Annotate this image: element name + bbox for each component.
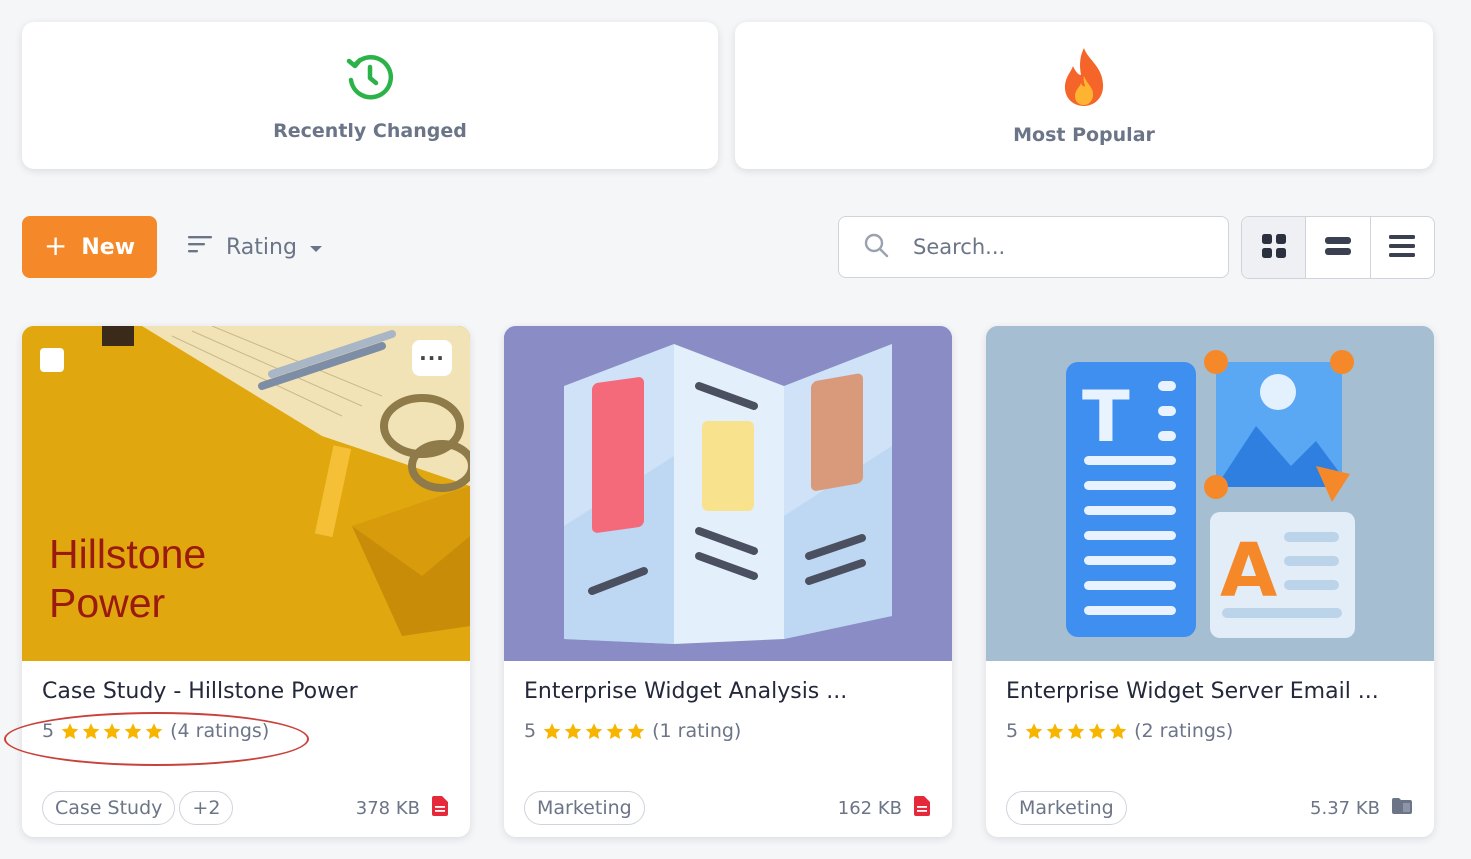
star-icon (103, 722, 121, 739)
asset-thumbnail (504, 326, 952, 661)
asset-card[interactable]: Hillstone Power ··· Case Study - Hillsto… (22, 326, 470, 837)
star-rating (60, 722, 164, 741)
tag-chip[interactable]: Case Study (42, 791, 176, 825)
rating-count: (1 rating) (652, 720, 742, 742)
rating-row: 5 (4 ratings) (42, 720, 450, 742)
asset-card[interactable]: T A Enterprise Widget Server Email ... 5… (986, 326, 1434, 837)
more-options-button[interactable]: ··· (412, 340, 452, 376)
folder-icon (1392, 797, 1412, 819)
asset-title[interactable]: Enterprise Widget Analysis ... (524, 679, 929, 704)
most-popular-label: Most Popular (1013, 123, 1155, 146)
rating-value: 5 (524, 720, 537, 742)
recently-changed-label: Recently Changed (273, 119, 467, 142)
star-icon (61, 722, 79, 739)
card-footer: Marketing 5.37 KB (1006, 789, 1412, 827)
card-view-button[interactable] (1306, 217, 1371, 278)
pdf-file-icon (432, 795, 448, 821)
sort-dropdown[interactable]: Rating (186, 230, 323, 264)
file-size: 378 KB (355, 795, 448, 821)
rating-count: (4 ratings) (170, 720, 270, 742)
ellipsis-icon: ··· (419, 346, 445, 370)
sort-lines-icon (186, 234, 214, 260)
thumbnail-title-text: Hillstone Power (49, 530, 206, 628)
plus-icon: + (43, 228, 68, 262)
asset-thumbnail: T A (986, 326, 1434, 661)
svg-text:A: A (1220, 528, 1277, 614)
most-popular-card[interactable]: Most Popular (735, 22, 1433, 169)
select-checkbox[interactable] (40, 348, 64, 372)
star-icon (1088, 722, 1106, 739)
file-size: 5.37 KB (1310, 797, 1412, 819)
search-input[interactable] (913, 235, 1193, 259)
view-toggle (1241, 216, 1435, 279)
grid-icon (1261, 233, 1287, 263)
star-icon (543, 722, 561, 739)
star-icon (145, 722, 163, 739)
sort-label: Rating (226, 234, 297, 260)
star-icon (564, 722, 582, 739)
file-size: 162 KB (837, 795, 930, 821)
list-icon (1388, 234, 1416, 262)
card-footer: Case Study +2 378 KB (42, 789, 448, 827)
new-button-label: New (81, 234, 136, 260)
star-icon (1025, 722, 1043, 739)
recently-changed-card[interactable]: Recently Changed (22, 22, 718, 169)
thumbnail-title-line-1: Hillstone (49, 531, 207, 577)
star-icon (1046, 722, 1064, 739)
rating-row: 5 (2 ratings) (1006, 720, 1414, 742)
more-tags-chip[interactable]: +2 (179, 791, 234, 825)
star-rating (542, 722, 646, 741)
rating-row: 5 (1 rating) (524, 720, 932, 742)
star-icon (1109, 722, 1127, 739)
file-size-value: 5.37 KB (1310, 797, 1380, 819)
pdf-file-icon (914, 795, 930, 821)
card-footer: Marketing 162 KB (524, 789, 930, 827)
search-box[interactable] (838, 216, 1229, 278)
svg-text:T: T (1082, 376, 1130, 458)
clock-refresh-icon (343, 50, 397, 108)
asset-title[interactable]: Enterprise Widget Server Email ... (1006, 679, 1411, 704)
star-icon (1067, 722, 1085, 739)
rows-icon (1324, 235, 1352, 261)
tag-chip[interactable]: Marketing (524, 791, 645, 825)
asset-thumbnail: Hillstone Power ··· (22, 326, 470, 661)
file-size-value: 378 KB (355, 797, 420, 819)
fire-icon (1057, 46, 1111, 112)
asset-card[interactable]: Enterprise Widget Analysis ... 5 (1 rati… (504, 326, 952, 837)
tag-chip[interactable]: Marketing (1006, 791, 1127, 825)
star-icon (124, 722, 142, 739)
list-view-button[interactable] (1371, 217, 1434, 278)
thumbnail-title-line-2: Power (49, 580, 166, 626)
rating-count: (2 ratings) (1134, 720, 1234, 742)
star-icon (585, 722, 603, 739)
search-icon (863, 232, 889, 262)
new-button[interactable]: + New (22, 216, 157, 278)
grid-view-button[interactable] (1242, 217, 1307, 278)
star-icon (82, 722, 100, 739)
caret-down-icon (309, 235, 323, 260)
rating-value: 5 (1006, 720, 1019, 742)
star-rating (1024, 722, 1128, 741)
star-icon (627, 722, 645, 739)
asset-title[interactable]: Case Study - Hillstone Power (42, 679, 447, 704)
file-size-value: 162 KB (837, 797, 902, 819)
star-icon (606, 722, 624, 739)
rating-value: 5 (42, 720, 55, 742)
